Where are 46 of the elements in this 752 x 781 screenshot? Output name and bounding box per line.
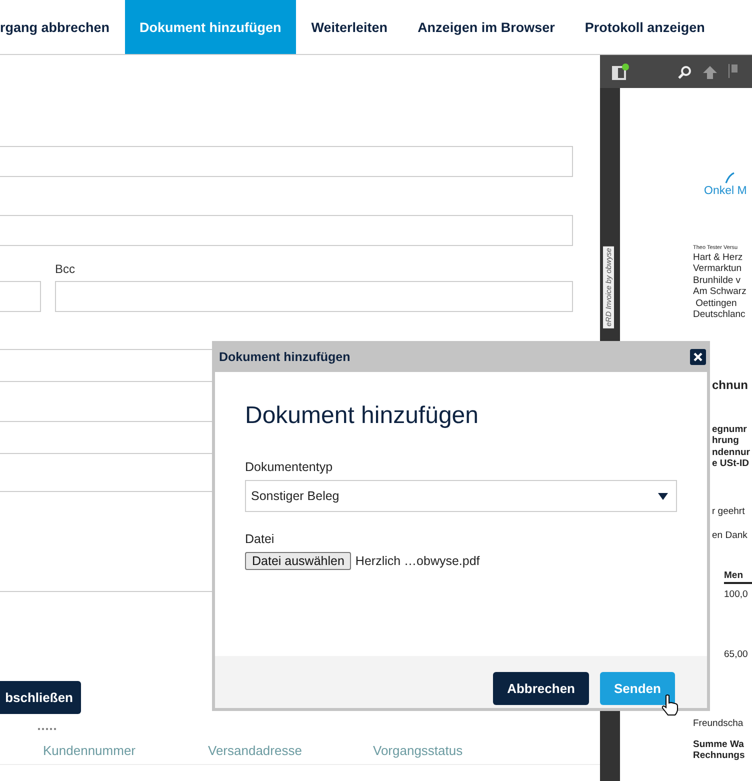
address-line: Brunhilde v (693, 274, 742, 286)
input-field[interactable] (0, 215, 573, 246)
address-line: Hart & Herz (693, 252, 744, 263)
meta-label: ndennur (712, 446, 751, 458)
amount-text: 100,0 (724, 589, 749, 600)
tab[interactable]: Anzeigen im Browser (402, 0, 570, 54)
address-line: Deutschlanc (693, 309, 746, 320)
tab[interactable]: rgang abbrechen (0, 0, 125, 54)
dialog-title: Dokument hinzufügen (219, 350, 350, 364)
meta-label: egnumr (712, 424, 748, 435)
document-type-select[interactable]: Sonstiger Beleg (245, 480, 677, 512)
input-field[interactable] (0, 281, 41, 312)
bcc-field[interactable] (55, 281, 573, 312)
sidebar-toggle-icon[interactable] (612, 62, 630, 80)
summary-line: Summe Wa (693, 738, 745, 750)
bcc-label: Bcc (55, 262, 76, 278)
thanks-text: en Dank (712, 530, 748, 542)
greeting-text: r geehrt (712, 506, 746, 517)
field-label: Datei (245, 532, 276, 546)
tab[interactable]: Protokoll anzeigen (570, 0, 720, 54)
close-icon (693, 352, 703, 362)
logo-icon (724, 172, 736, 184)
tab[interactable]: Weiterleiten (296, 0, 403, 54)
address-line: Oettingen (694, 298, 738, 309)
logo-text: Onkel M (704, 186, 748, 198)
search-icon[interactable] (678, 64, 692, 78)
close-button[interactable] (690, 348, 706, 364)
finish-button[interactable]: bschließen (0, 681, 81, 714)
dialog-heading: Dokument hinzufügen (245, 402, 480, 430)
input-field[interactable] (0, 146, 573, 177)
arrow-up-icon[interactable] (702, 64, 718, 80)
choose-file-button[interactable]: Datei auswählen (245, 552, 352, 570)
caret-icon (658, 492, 668, 500)
closing-text: Freundscha (693, 718, 744, 730)
summary-line: Rechnungs (693, 750, 746, 762)
field-label: Dokumententyp (245, 460, 334, 474)
cancel-button[interactable]: Abbrechen (493, 672, 589, 705)
address-line: Am Schwarz (693, 286, 748, 298)
document-heading: chnun (712, 376, 749, 392)
meta-label: e USt-ID (712, 458, 750, 470)
resize-handle-icon[interactable] (38, 728, 56, 730)
meta-label: hrung (712, 435, 740, 446)
amount-text: 65,00 (724, 648, 749, 660)
address-line: Vermarktun (693, 263, 743, 274)
file-name: Herzlich …obwyse.pdf (355, 554, 480, 568)
column-label: Men (724, 570, 752, 584)
